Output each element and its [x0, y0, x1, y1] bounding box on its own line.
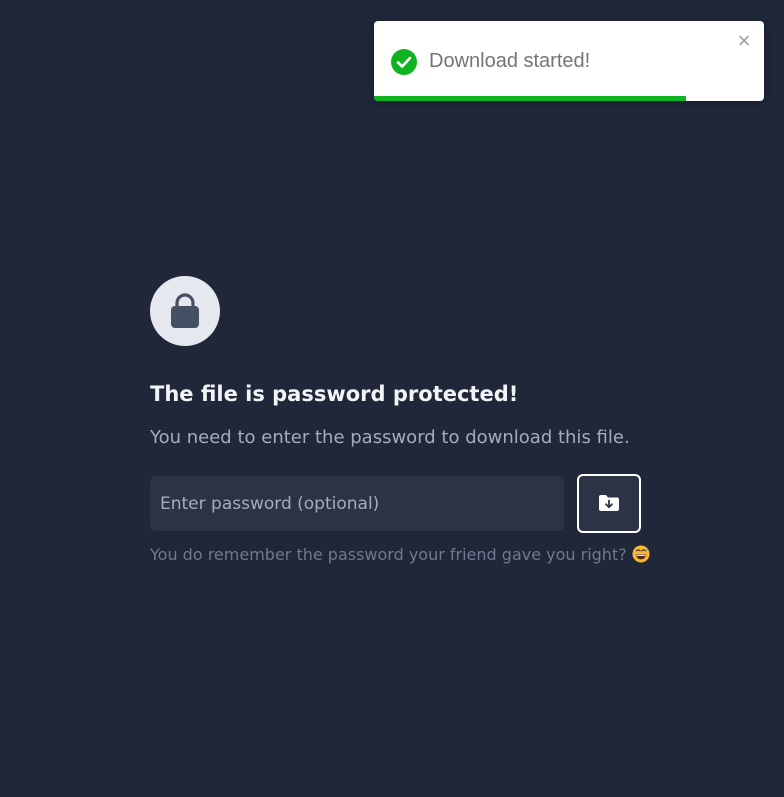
page-title: The file is password protected!: [150, 382, 519, 406]
lock-avatar: [150, 276, 220, 346]
check-circle-icon: [391, 49, 417, 75]
toast-progress-bar: [374, 96, 686, 101]
lock-icon: [171, 293, 199, 328]
close-icon[interactable]: ×: [734, 29, 754, 53]
toast-message: Download started!: [429, 50, 591, 72]
download-button[interactable]: [577, 474, 641, 533]
password-input[interactable]: [150, 476, 564, 531]
password-hint: You do remember the password your friend…: [150, 543, 650, 567]
grinning-sweat-emoji-icon: [632, 545, 650, 563]
page-subtitle: You need to enter the password to downlo…: [150, 427, 630, 448]
folder-download-icon: [599, 495, 619, 511]
toast-notification: Download started! ×: [374, 21, 764, 101]
hint-text: You do remember the password your friend…: [150, 545, 627, 564]
